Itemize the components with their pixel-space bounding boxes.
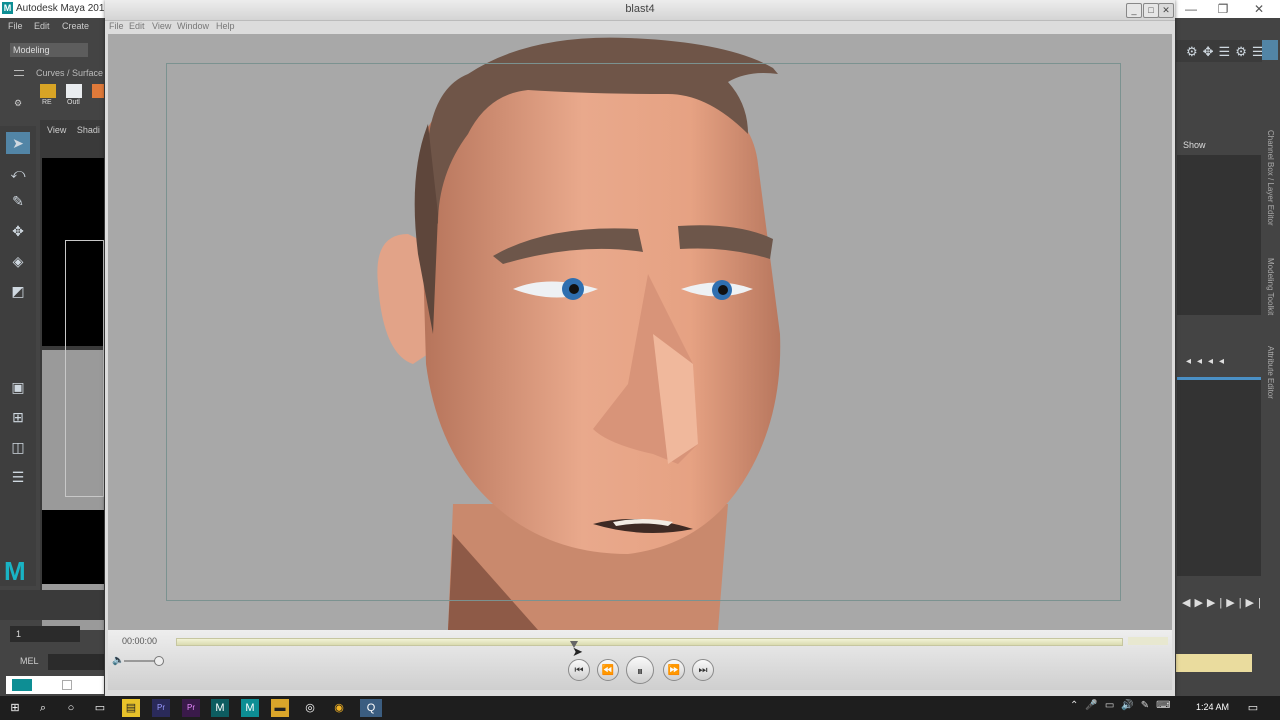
pause-button[interactable]: ⏸ <box>626 656 654 684</box>
mel-input[interactable] <box>48 654 104 670</box>
seek-end <box>1128 637 1168 645</box>
layer-buttons[interactable]: ◂◂◂◂ <box>1186 356 1230 367</box>
channel-box-area <box>1177 155 1261 315</box>
premiere-rush-icon[interactable]: Pr <box>182 699 200 717</box>
blast-titlebar: blast4 _ □ ✕ <box>105 0 1175 21</box>
channel-box-toggle-icon[interactable] <box>1262 40 1278 60</box>
outliner-layout-icon[interactable]: ☰ <box>6 466 30 488</box>
blast-menubar: File Edit View Window Help <box>105 20 1175 34</box>
player-controls: 00:00:00 🔈 ⏮ ⏪ ⏸ ⏩ ⏭ ➤ <box>108 630 1172 690</box>
blast-title: blast4 <box>625 3 655 15</box>
cortana-icon[interactable]: ○ <box>62 699 80 717</box>
chrome-icon[interactable]: ◉ <box>330 699 348 717</box>
quicktime-icon[interactable]: Q <box>360 699 382 717</box>
menu-file[interactable]: File <box>8 21 23 31</box>
viewport-area-3 <box>42 510 104 584</box>
maya-window-controls: — ❐ ✕ <box>1176 0 1280 18</box>
menu-help[interactable]: Help <box>216 21 235 31</box>
vtab-modeling-toolkit[interactable]: Modeling Toolkit <box>1266 258 1275 315</box>
menu-create[interactable]: Create <box>62 21 89 31</box>
close-icon[interactable]: ✕ <box>1158 3 1174 18</box>
skip-back-button[interactable]: ⏮ <box>568 659 590 681</box>
timecode: 00:00:00 <box>122 636 158 646</box>
volume-icon[interactable]: 🔈 <box>112 655 124 666</box>
task-view-icon[interactable]: ▭ <box>91 699 109 717</box>
outliner-shelf-icon[interactable] <box>66 84 82 98</box>
maya-logo-icon: M <box>2 2 13 14</box>
mouse-cursor-icon: ➤ <box>572 644 583 659</box>
vtab-attribute-editor[interactable]: Attribute Editor <box>1266 346 1275 399</box>
select-tool-icon[interactable]: ➤ <box>6 132 30 154</box>
rewind-button[interactable]: ⏪ <box>597 659 619 681</box>
help-line <box>6 676 104 694</box>
lasso-tool-icon[interactable]: ⤺ <box>6 162 30 184</box>
close-icon[interactable]: ✕ <box>1244 0 1274 18</box>
maya-title: Autodesk Maya 201 <box>16 3 105 14</box>
menu-edit[interactable]: Edit <box>34 21 50 31</box>
notification-icon[interactable]: ▭ <box>1244 699 1262 717</box>
minimize-icon[interactable]: _ <box>1126 3 1142 18</box>
workspace-select[interactable]: Modeling <box>10 43 88 57</box>
layer-editor-area <box>1177 380 1261 576</box>
paint-tool-icon[interactable]: ✎ <box>6 190 30 212</box>
maya-icon[interactable]: M <box>211 699 229 717</box>
vtab-channel-box[interactable]: Channel Box / Layer Editor <box>1266 130 1275 226</box>
premiere-icon[interactable]: Pr <box>152 699 170 717</box>
shelf-label-re: RE <box>42 99 52 106</box>
folder-icon[interactable]: ▬ <box>271 699 289 717</box>
video-frame[interactable] <box>108 34 1172 630</box>
menu-view[interactable]: View <box>152 21 171 31</box>
checkbox-icon[interactable] <box>62 680 72 690</box>
resolution-gate <box>166 63 1121 601</box>
menu-file[interactable]: File <box>109 21 124 31</box>
maximize-icon[interactable]: □ <box>1143 3 1159 18</box>
shelf-icon[interactable] <box>92 84 104 98</box>
fast-forward-button[interactable]: ⏩ <box>663 659 685 681</box>
viewport-frame <box>65 240 104 497</box>
shelf-tab[interactable]: Curves / Surface <box>36 68 103 78</box>
character-set-field[interactable] <box>1176 654 1252 672</box>
playback-controls[interactable]: ◀▶▶|▶|▶| <box>1182 596 1265 609</box>
menu-window[interactable]: Window <box>177 21 209 31</box>
folder-shelf-icon[interactable] <box>40 84 56 98</box>
start-icon[interactable]: ⊞ <box>6 699 24 717</box>
restore-icon[interactable]: ❐ <box>1208 0 1238 18</box>
maya-menubar: File Edit Create <box>0 18 104 36</box>
frame-field[interactable]: 1 <box>10 626 80 642</box>
viewport-menu: View Shadi <box>47 125 100 135</box>
seek-bar[interactable] <box>176 638 1123 648</box>
obs-icon[interactable]: ◎ <box>301 699 319 717</box>
view-menu-label[interactable]: View <box>47 125 66 135</box>
minimize-icon[interactable]: — <box>1176 0 1206 18</box>
volume-knob[interactable] <box>154 656 164 666</box>
taskbar: ⊞ ⌕ ○ ▭ ▤ Pr Pr M M ▬ ◎ ◉ Q ⌃🎤▭🔊✎⌨ 1:24 … <box>0 696 1280 720</box>
scale-tool-icon[interactable]: ◩ <box>6 280 30 302</box>
file-icon[interactable]: ▤ <box>122 699 140 717</box>
clock[interactable]: 1:24 AM <box>1196 702 1229 712</box>
move-tool-icon[interactable]: ✥ <box>6 220 30 242</box>
maya-logo-icon-small <box>12 679 32 691</box>
shelf-menu-icon[interactable] <box>14 70 24 76</box>
show-label[interactable]: Show <box>1183 140 1206 150</box>
maya-m-icon: M <box>4 556 26 586</box>
menu-edit[interactable]: Edit <box>129 21 145 31</box>
shading-menu-label[interactable]: Shadi <box>77 125 100 135</box>
layout-four-icon[interactable]: ⊞ <box>6 406 30 428</box>
toolbox: ➤ ⤺ ✎ ✥ ◈ ◩ ▣ ⊞ ◫ ☰ <box>0 126 36 586</box>
blast-window: blast4 _ □ ✕ File Edit View Window Help <box>105 0 1175 696</box>
maya-timeline[interactable] <box>0 590 104 620</box>
system-tray[interactable]: ⌃🎤▭🔊✎⌨ <box>1070 700 1178 711</box>
shelf-label-outl: Outl <box>67 99 80 106</box>
layout-two-icon[interactable]: ◫ <box>6 436 30 458</box>
gear-icon[interactable]: ⚙ <box>14 98 22 109</box>
maya-viewport[interactable] <box>40 120 104 630</box>
skip-forward-button[interactable]: ⏭ <box>692 659 714 681</box>
mel-label: MEL <box>20 656 39 666</box>
layout-single-icon[interactable]: ▣ <box>6 376 30 398</box>
maya-icon-2[interactable]: M <box>241 699 259 717</box>
search-icon[interactable]: ⌕ <box>34 699 52 717</box>
rotate-tool-icon[interactable]: ◈ <box>6 250 30 272</box>
right-toolbar-icons[interactable]: ⚙✥☰⚙☰ <box>1186 44 1269 60</box>
